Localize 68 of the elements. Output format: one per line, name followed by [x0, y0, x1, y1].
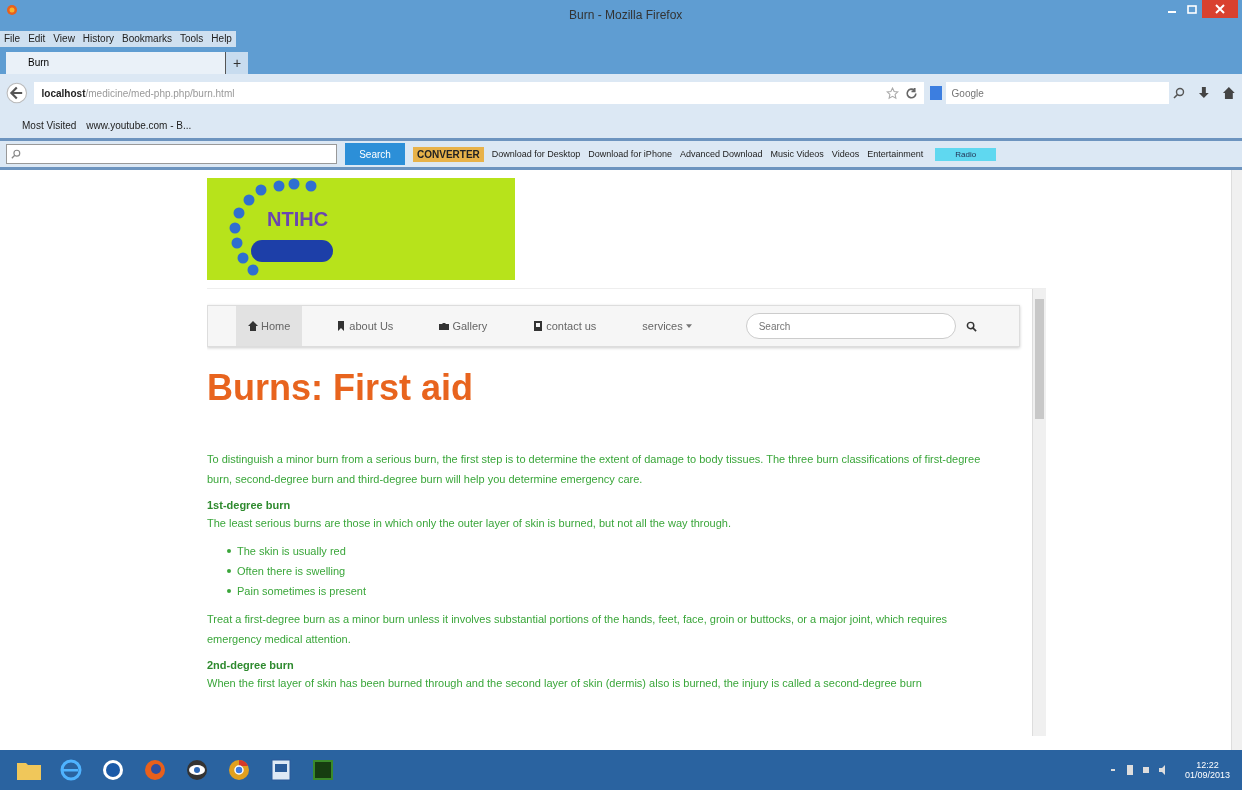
- new-tab-button[interactable]: +: [226, 52, 248, 74]
- list-item: The skin is usually red: [237, 544, 346, 559]
- reload-icon[interactable]: [904, 86, 918, 100]
- toolbar-search-field[interactable]: [6, 144, 337, 164]
- toolbar-link[interactable]: Music Videos: [770, 149, 824, 159]
- eye-icon[interactable]: [184, 759, 210, 781]
- chrome-icon[interactable]: [226, 759, 252, 781]
- subheading: 1st-degree burn: [207, 498, 292, 513]
- menu-item[interactable]: File: [0, 31, 25, 47]
- circle-logo-icon[interactable]: [100, 759, 126, 781]
- firefox-icon: [6, 4, 18, 16]
- download-icon[interactable]: [1196, 86, 1211, 100]
- search-icon: [11, 149, 21, 159]
- bullet-icon: [227, 549, 231, 553]
- search-icon[interactable]: [1172, 87, 1185, 99]
- list-item: Pain sometimes is present: [237, 584, 366, 599]
- home-icon: [248, 321, 258, 331]
- subheading: 2nd-degree burn: [207, 658, 295, 673]
- nav-link[interactable]: contact us: [521, 306, 609, 346]
- scrollbar[interactable]: [1032, 289, 1046, 736]
- caret-icon: [685, 324, 692, 328]
- converter-logo[interactable]: CONVERTER: [413, 146, 484, 162]
- google-icon: [929, 86, 942, 100]
- dreamweaver-icon[interactable]: [310, 759, 336, 781]
- bookmark-item[interactable]: www.youtube.com - B...: [86, 119, 192, 131]
- menu-item[interactable]: Help: [207, 31, 236, 47]
- clock[interactable]: 12:22 01/09/2013: [1184, 760, 1230, 780]
- menu-item[interactable]: Bookmarks: [118, 31, 176, 47]
- window-title: Burn - Mozilla Firefox: [569, 8, 683, 22]
- site-logo: NTIHC: [207, 178, 515, 280]
- menu-item[interactable]: Edit: [24, 31, 50, 47]
- search-icon[interactable]: [965, 320, 977, 332]
- toolbar-link[interactable]: Download for Desktop: [491, 149, 581, 159]
- page-heading: Burns: First aid: [207, 367, 475, 409]
- address-bar[interactable]: localhost/medicine/med-php.php/burn.html: [33, 82, 924, 104]
- toolbar-link[interactable]: Videos: [831, 149, 860, 159]
- toolbar-link[interactable]: Advanced Download: [679, 149, 763, 159]
- back-icon[interactable]: [6, 82, 28, 104]
- nav-link[interactable]: Gallery: [427, 306, 500, 346]
- scrollbar[interactable]: [1231, 170, 1242, 750]
- menu-item[interactable]: Tools: [176, 31, 208, 47]
- nav-link[interactable]: services: [630, 306, 704, 346]
- browser-icon[interactable]: [58, 759, 84, 781]
- radio-dropdown[interactable]: Radio: [935, 147, 997, 161]
- nav-link[interactable]: Home: [236, 306, 303, 346]
- contact-icon: [533, 321, 544, 331]
- firefox-icon[interactable]: [142, 759, 168, 781]
- nav-link[interactable]: about Us: [324, 306, 406, 346]
- bookmark-item[interactable]: Most Visited: [22, 119, 77, 131]
- bullet-icon: [227, 589, 231, 593]
- list-item: Often there is swelling: [237, 564, 346, 579]
- bullet-icon: [227, 569, 231, 573]
- camera-icon: [439, 321, 450, 331]
- web-search-field[interactable]: Google: [945, 82, 1169, 104]
- paragraph: When the first layer of skin has been burned through and the second layer of skin (dermis) also is burned, the injury is called a second-degree burn: [207, 676, 923, 691]
- menu-item[interactable]: History: [78, 31, 118, 47]
- bookmark-icon: [336, 321, 347, 331]
- paragraph: The least serious burns are those in which only the outer layer of skin is burned, but not all the way through.: [207, 516, 732, 531]
- toolbar-link[interactable]: Entertainment: [867, 149, 924, 159]
- paragraph: To distinguish a minor burn from a serious burn, the first step is to determine the extent of damage to body tissues. The three burn classifications of first-degree burn, second-degree burn and third-degree burn will help you determine emergency care.: [207, 452, 982, 487]
- star-icon[interactable]: [885, 86, 899, 100]
- toolbar-link[interactable]: Download for iPhone: [588, 149, 672, 159]
- close-icon[interactable]: [1202, 0, 1238, 18]
- home-icon[interactable]: [1222, 86, 1236, 100]
- browser-tab[interactable]: Burn: [6, 52, 226, 74]
- menu-item[interactable]: View: [49, 31, 79, 47]
- paragraph: Treat a first-degree burn as a minor burn unless it involves substantial portions of the hands, feet, face, groin or buttocks, or a major joint, which requires emergency medical attention.: [207, 612, 949, 647]
- site-search-field[interactable]: Search: [745, 313, 956, 339]
